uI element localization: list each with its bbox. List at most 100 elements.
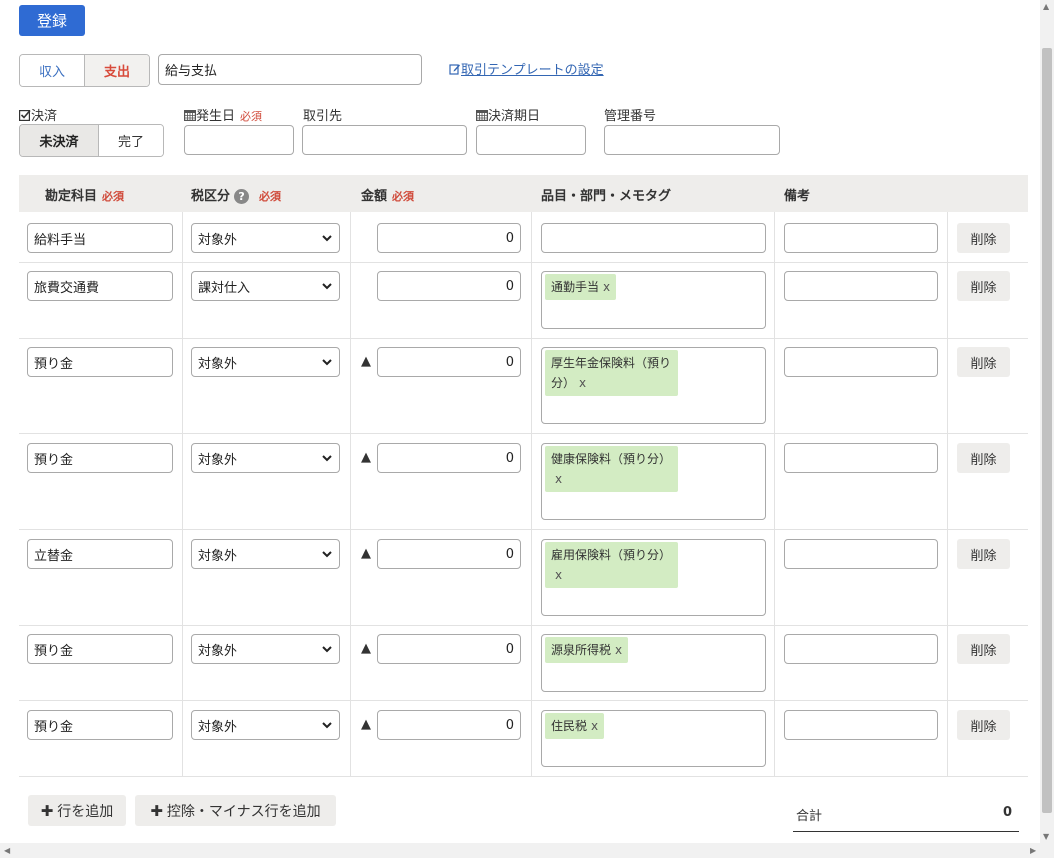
- tag-input[interactable]: 健康保険料（預り分） x: [541, 443, 766, 520]
- note-input[interactable]: [784, 271, 938, 301]
- required-badge: 必須: [392, 190, 415, 203]
- chevron-down-icon: [322, 359, 332, 366]
- tax-select[interactable]: 課対仕入: [191, 271, 340, 301]
- delete-button[interactable]: 削除: [957, 347, 1010, 377]
- minus-marker: ▲: [361, 641, 371, 656]
- delete-button[interactable]: 削除: [957, 710, 1010, 740]
- account-input[interactable]: 預り金: [27, 347, 173, 377]
- tax-select[interactable]: 対象外: [191, 347, 340, 377]
- due-date-input[interactable]: [476, 125, 586, 155]
- tag-input[interactable]: [541, 223, 766, 253]
- mgmt-no-input[interactable]: [604, 125, 780, 155]
- note-input[interactable]: [784, 223, 938, 253]
- delete-button[interactable]: 削除: [957, 443, 1010, 473]
- amount-input[interactable]: 0: [377, 443, 521, 473]
- expense-button[interactable]: 支出: [85, 55, 149, 86]
- required-badge: 必須: [102, 190, 125, 203]
- note-input[interactable]: [784, 539, 938, 569]
- delete-button[interactable]: 削除: [957, 271, 1010, 301]
- account-input[interactable]: 預り金: [27, 710, 173, 740]
- vertical-scrollbar-thumb[interactable]: [1042, 48, 1052, 813]
- issue-date-text: 発生日: [196, 109, 236, 124]
- add-row-button[interactable]: ✚ 行を追加: [28, 795, 126, 826]
- issue-date-input[interactable]: [184, 125, 294, 155]
- amount-input[interactable]: 0: [377, 710, 521, 740]
- row-divider: [19, 338, 1028, 339]
- calendar-icon: [184, 110, 197, 122]
- row-divider: [19, 433, 1028, 434]
- tax-select[interactable]: 対象外: [191, 634, 340, 664]
- account-input[interactable]: 預り金: [27, 443, 173, 473]
- chevron-down-icon: [322, 283, 332, 290]
- table-header: [19, 175, 1028, 212]
- tax-select[interactable]: 対象外: [191, 539, 340, 569]
- help-circle-icon[interactable]: ?: [234, 189, 250, 204]
- amount-input[interactable]: 0: [377, 271, 521, 301]
- tag-input[interactable]: 住民税 x: [541, 710, 766, 767]
- scroll-up-arrow-icon[interactable]: ▲: [1043, 2, 1049, 11]
- account-input[interactable]: 預り金: [27, 634, 173, 664]
- chevron-down-icon: [322, 646, 332, 653]
- partner-input[interactable]: [302, 125, 467, 155]
- tag-input[interactable]: 厚生年金保険料（預り分） x: [541, 347, 766, 424]
- income-expense-toggle: 収入 支出: [19, 54, 150, 87]
- add-deduction-row-button[interactable]: ✚ 控除・マイナス行を追加: [135, 795, 336, 826]
- row-divider: [19, 529, 1028, 530]
- tax-select-value: 対象外: [198, 719, 238, 735]
- unsettled-button[interactable]: 未決済: [20, 125, 99, 156]
- row-divider: [19, 262, 1028, 263]
- tag-label: 雇用保険料（預り分）: [551, 548, 672, 562]
- tag-input[interactable]: 通勤手当 x: [541, 271, 766, 329]
- amount-input[interactable]: 0: [377, 347, 521, 377]
- tag-remove-button[interactable]: x: [555, 568, 562, 582]
- tag-remove-button[interactable]: x: [555, 472, 562, 486]
- column-account: 勘定科目 必須: [45, 185, 124, 204]
- income-button[interactable]: 収入: [20, 55, 85, 86]
- register-button[interactable]: 登録: [19, 5, 85, 36]
- account-input[interactable]: 旅費交通費: [27, 271, 173, 301]
- template-settings-label: 取引テンプレートの設定: [461, 63, 604, 78]
- tax-select[interactable]: 対象外: [191, 443, 340, 473]
- tag-input[interactable]: 雇用保険料（預り分） x: [541, 539, 766, 616]
- delete-button[interactable]: 削除: [957, 539, 1010, 569]
- template-settings-link[interactable]: 取引テンプレートの設定: [449, 59, 604, 78]
- add-deduction-label: 控除・マイナス行を追加: [166, 803, 321, 820]
- tag-chip: 健康保険料（預り分） x: [545, 446, 678, 492]
- column-tax-label: 税区分: [191, 189, 231, 204]
- partner-label: 取引先: [303, 109, 343, 124]
- done-button[interactable]: 完了: [99, 125, 163, 156]
- column-amount: 金額 必須: [361, 185, 414, 204]
- tag-remove-button[interactable]: x: [591, 719, 598, 733]
- scroll-down-arrow-icon[interactable]: ▼: [1043, 832, 1049, 841]
- due-date-text: 決済期日: [488, 109, 541, 124]
- row-divider: [19, 776, 1028, 777]
- tag-label: 厚生年金保険料（預り分）: [551, 356, 672, 390]
- plus-icon: ✚: [150, 801, 163, 820]
- note-input[interactable]: [784, 710, 938, 740]
- amount-input[interactable]: 0: [377, 539, 521, 569]
- note-input[interactable]: [784, 443, 938, 473]
- delete-button[interactable]: 削除: [957, 634, 1010, 664]
- note-input[interactable]: [784, 347, 938, 377]
- summary-input[interactable]: 給与支払: [158, 54, 422, 85]
- amount-input[interactable]: 0: [377, 634, 521, 664]
- tax-select[interactable]: 対象外: [191, 223, 340, 253]
- account-input[interactable]: 立替金: [27, 539, 173, 569]
- mgmt-no-label: 管理番号: [604, 109, 657, 124]
- tax-select-value: 対象外: [198, 548, 238, 564]
- note-input[interactable]: [784, 634, 938, 664]
- add-row-label: 行を追加: [57, 803, 114, 820]
- scroll-right-arrow-icon[interactable]: ▶: [1030, 846, 1036, 855]
- delete-button[interactable]: 削除: [957, 223, 1010, 253]
- column-divider: [350, 212, 351, 776]
- tag-input[interactable]: 源泉所得税 x: [541, 634, 766, 692]
- tag-remove-button[interactable]: x: [603, 280, 610, 294]
- tax-select[interactable]: 対象外: [191, 710, 340, 740]
- tag-remove-button[interactable]: x: [615, 643, 622, 657]
- horizontal-scrollbar[interactable]: [0, 843, 1054, 858]
- column-note: 備考: [784, 189, 811, 204]
- amount-input[interactable]: 0: [377, 223, 521, 253]
- scroll-left-arrow-icon[interactable]: ◀: [4, 846, 10, 855]
- account-input[interactable]: 給料手当: [27, 223, 173, 253]
- tag-remove-button[interactable]: x: [579, 376, 586, 390]
